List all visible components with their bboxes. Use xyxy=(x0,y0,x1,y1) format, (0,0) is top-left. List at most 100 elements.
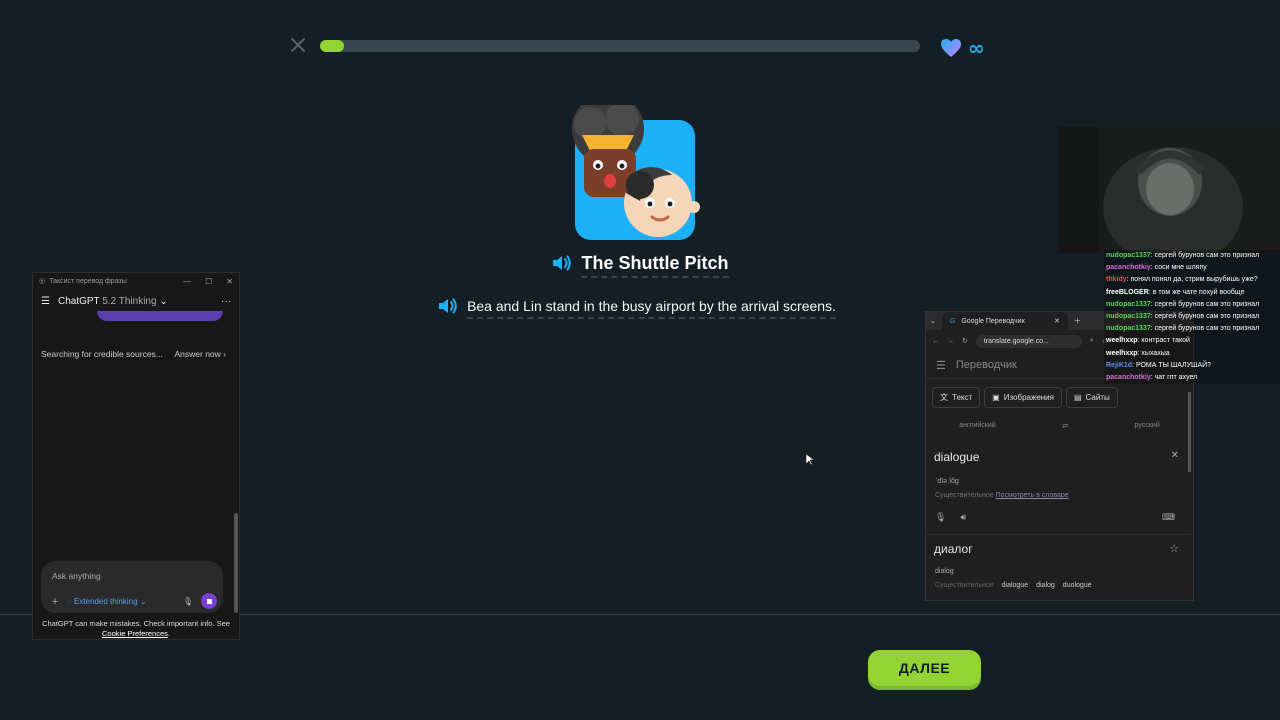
chat-text: хыхахыа xyxy=(1141,349,1170,357)
star-icon[interactable]: ☆ xyxy=(1169,542,1179,556)
hearts-indicator: ∞ xyxy=(940,36,985,60)
mouse-cursor-icon xyxy=(805,453,815,471)
alternative-chip[interactable]: duologue xyxy=(1063,582,1092,589)
reload-icon[interactable]: ↻ xyxy=(962,337,968,345)
swap-languages-icon[interactable]: ⇄ xyxy=(1062,422,1068,430)
close-tab-icon[interactable]: ✕ xyxy=(1054,317,1060,325)
chat-username: thkidy xyxy=(1106,276,1127,284)
story-sentence[interactable]: Bea and Lin stand in the busy airport by… xyxy=(467,298,836,319)
thinking-status-text: Searching for credible sources... xyxy=(41,349,163,359)
microphone-icon[interactable]: 🎙︎ xyxy=(935,512,946,523)
minimize-icon[interactable]: — xyxy=(183,277,191,286)
chat-text: в том же чате похуй вообще xyxy=(1152,288,1245,296)
translation-area: диалог ☆ xyxy=(934,542,1179,556)
translation-text: диалог xyxy=(934,542,973,556)
clear-icon[interactable]: ✕ xyxy=(1171,450,1179,464)
extended-thinking-toggle[interactable]: ◌ Extended thinking ⌄ xyxy=(67,597,147,606)
chat-text: контраст такой xyxy=(1141,337,1190,345)
cookie-preferences-link[interactable]: Cookie Preferences xyxy=(102,629,168,638)
story-illustration xyxy=(560,93,710,245)
forward-icon[interactable]: → xyxy=(947,338,954,345)
back-icon[interactable]: ← xyxy=(932,338,939,345)
alternative-chip[interactable]: dialog xyxy=(1036,582,1055,589)
keyboard-icon[interactable]: ⌨ xyxy=(1162,512,1175,523)
chat-username: nudopac1337 xyxy=(1106,325,1151,333)
browser-tab[interactable]: G Google Переводчик ✕ xyxy=(941,312,1068,330)
microphone-icon[interactable]: 🎙︎ xyxy=(183,597,193,606)
transliteration: dialog xyxy=(935,568,954,575)
chat-message: pacanchotkiy: соси мне шляпу xyxy=(1104,262,1280,275)
scrollbar[interactable] xyxy=(1188,392,1191,472)
model-name: ChatGPT xyxy=(57,295,100,307)
continue-button[interactable]: ДАЛЕЕ xyxy=(868,650,981,686)
chat-message: nudopac1337: сергей бурунов сам это приз… xyxy=(1104,298,1280,312)
chat-input-box[interactable]: Ask anything ＋ ◌ Extended thinking ⌄ 🎙︎ xyxy=(41,561,223,613)
lesson-progress-bar xyxy=(320,40,920,52)
extended-thinking-label: Extended thinking xyxy=(73,596,138,606)
source-phonetic: ˈdīəˌlôg xyxy=(935,478,959,485)
close-icon[interactable]: ✕ xyxy=(226,277,233,286)
chat-username: pacanchotkiy xyxy=(1106,264,1151,272)
alternative-chip[interactable]: dialogue xyxy=(1002,582,1028,589)
chat-message: weelhxxp: хыхахыа xyxy=(1104,347,1280,360)
zoom-icon[interactable]: ⌕ xyxy=(1090,337,1094,345)
chat-username: freeBLOGER xyxy=(1106,288,1149,296)
speaker-icon[interactable] xyxy=(551,254,573,277)
mode-label: Текст xyxy=(952,393,973,402)
menu-icon[interactable]: ☰ xyxy=(936,359,946,372)
close-lesson-button[interactable] xyxy=(289,36,307,54)
chat-message: pacanchotkiy: чат гпт ахуел xyxy=(1104,372,1280,385)
webcam-overlay xyxy=(1058,127,1280,253)
web-icon: ▤ xyxy=(1073,393,1082,402)
tab-list-icon[interactable]: ⌄ xyxy=(930,317,936,325)
chat-message: RejiK1d: РОМА ТЫ ШАЛУШАЙ? xyxy=(1104,359,1280,373)
source-text: dialogue xyxy=(934,450,980,464)
chat-username: nudopac1337 xyxy=(1106,252,1151,259)
mode-sites-button[interactable]: ▤ Сайты xyxy=(1065,387,1118,408)
chat-text: соси мне шляпу xyxy=(1154,264,1207,272)
more-options-icon[interactable]: ··· xyxy=(221,296,231,307)
chat-username: nudopac1337 xyxy=(1106,313,1151,321)
alternatives-row: Существительное dialogue dialog duologue xyxy=(935,582,1092,589)
alt-pos-label: Существительное xyxy=(935,582,994,589)
source-text-area[interactable]: dialogue ✕ xyxy=(934,450,1179,464)
answer-now-label: Answer now xyxy=(174,349,221,359)
mode-text-button[interactable]: 文 Текст xyxy=(932,387,981,408)
speaker-icon[interactable] xyxy=(437,297,459,320)
source-pos: Существительное Посмотреть в словаре xyxy=(935,492,1069,499)
url-field[interactable]: translate.google.co... xyxy=(975,334,1082,348)
chat-text: сергей бурунов сам это признал xyxy=(1154,252,1260,259)
chat-username: nudopac1337 xyxy=(1106,300,1151,308)
menu-icon[interactable]: ☰ xyxy=(41,296,50,307)
answer-now-button[interactable]: Answer now › xyxy=(174,349,226,359)
scrollbar[interactable] xyxy=(234,513,238,613)
new-tab-icon[interactable]: ＋ xyxy=(1074,316,1081,326)
maximize-icon[interactable]: ☐ xyxy=(205,277,212,286)
chatgpt-header: ☰ ChatGPT 5.2 Thinking ⌄ ··· xyxy=(33,289,239,313)
chat-input-placeholder: Ask anything xyxy=(52,571,101,581)
stop-button[interactable] xyxy=(201,593,217,609)
translate-app-title: Переводчик xyxy=(955,359,1017,371)
stream-chat: nudopac1337: сергей бурунов сам это приз… xyxy=(1104,250,1280,385)
thinking-status: Searching for credible sources... Answer… xyxy=(41,349,226,359)
target-language[interactable]: русский xyxy=(1135,422,1160,430)
chatgpt-window-title: Таксист перевод фразы xyxy=(49,277,127,285)
story-title[interactable]: The Shuttle Pitch xyxy=(581,253,729,278)
model-version: 5.2 Thinking xyxy=(102,295,157,307)
source-tools: 🎙︎ 🔊︎ ⌨ xyxy=(935,512,1175,523)
chat-message: thkidy: понял понял да, стрим вырубишь у… xyxy=(1104,274,1280,287)
chevron-down-icon: ⌄ xyxy=(159,295,168,307)
translate-icon: 文 xyxy=(940,393,948,402)
image-icon: ▣ xyxy=(992,393,1000,402)
pos-label: Существительное xyxy=(935,492,994,499)
add-icon[interactable]: ＋ xyxy=(51,596,59,607)
chat-username: RejiK1d xyxy=(1106,361,1133,369)
dictionary-link[interactable]: Посмотреть в словаре xyxy=(996,492,1069,499)
user-message-bubble xyxy=(97,311,223,321)
model-selector[interactable]: ChatGPT 5.2 Thinking ⌄ xyxy=(58,296,168,307)
speaker-icon[interactable]: 🔊︎ xyxy=(960,512,966,523)
chat-text: понял понял да, стрим вырубишь уже? xyxy=(1130,276,1258,284)
mode-images-button[interactable]: ▣ Изображения xyxy=(984,387,1062,408)
source-language[interactable]: английский xyxy=(959,422,995,430)
chat-text: чат гпт ахуел xyxy=(1154,374,1198,382)
